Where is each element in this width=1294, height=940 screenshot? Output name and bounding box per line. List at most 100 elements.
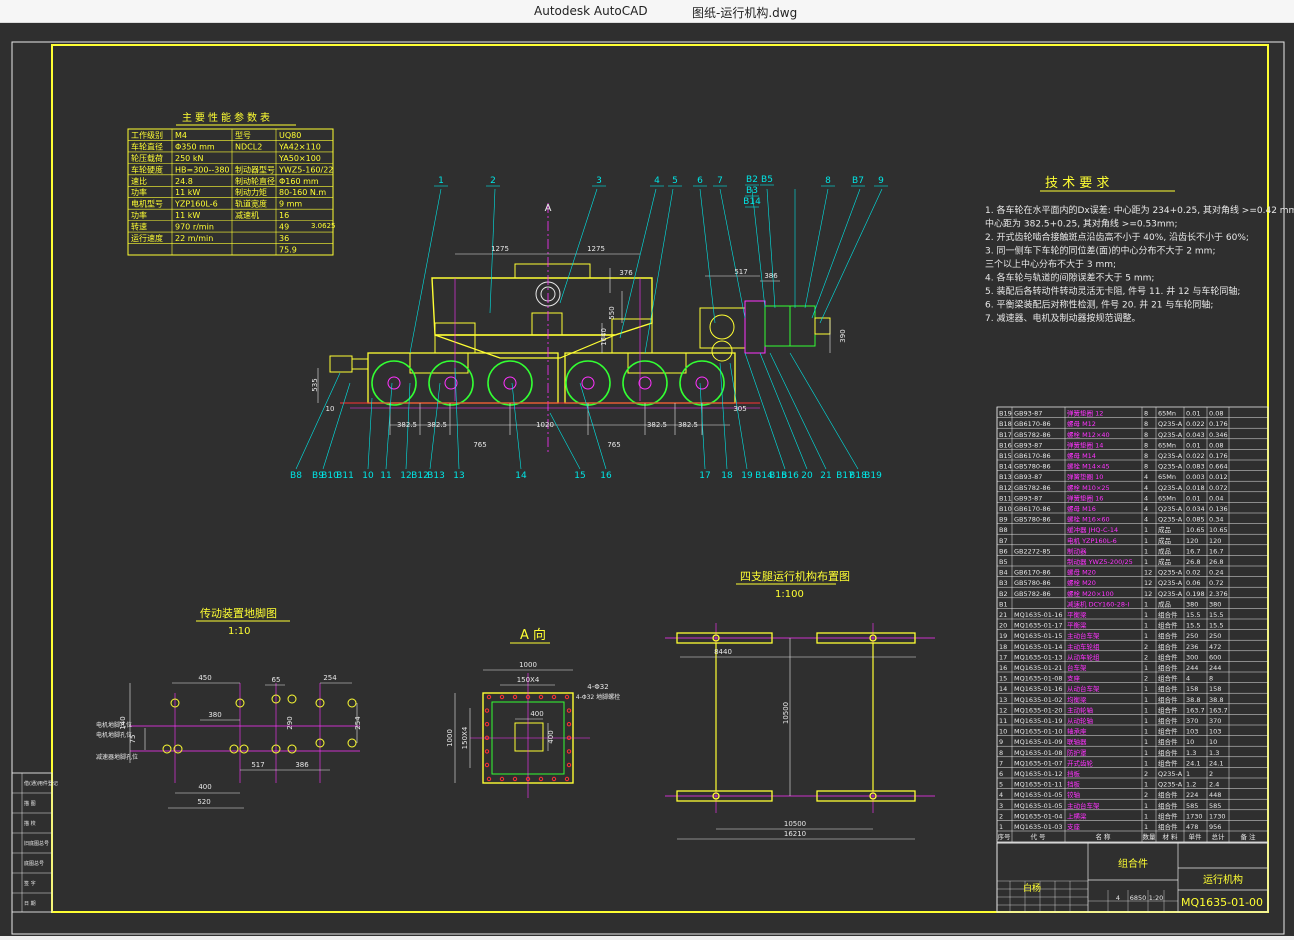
tech-req-line: 7. 减速器、电机及制动器按规范调整。 xyxy=(985,312,1140,324)
dimension-text: 390 xyxy=(839,329,847,342)
tech-req-line: 三个以上中心分布不大于 3 mm; xyxy=(985,258,1116,270)
bom-cell: 1 xyxy=(1144,696,1148,704)
bom-cell: 组合件 xyxy=(1158,801,1178,810)
left-strip-label: 描 图 xyxy=(24,800,36,807)
bom-cell: 4 xyxy=(1144,516,1148,524)
bom-cell: B8 xyxy=(999,526,1008,534)
bom-cell: 120 xyxy=(1209,537,1221,545)
left-strip-label: 日 期 xyxy=(24,901,36,907)
bom-cell: 从动车轮组 xyxy=(1067,652,1100,661)
callout-label: B19 xyxy=(864,471,882,481)
bom-cell: MQ1635-01-16 xyxy=(1014,685,1063,693)
document-name: 图纸-运行机构.dwg xyxy=(692,6,798,20)
tech-req-line: 6. 平衡梁装配后对称性检测, 件号 20. 井 21 与车轮同轴; xyxy=(985,299,1213,311)
callout-label: 1 xyxy=(438,176,444,186)
drawing-canvas[interactable]: 借(通)用件登记描 图描 校旧底图总号 底图总号签 字日 期 主要性能参数表 工作… xyxy=(0,23,1294,936)
bom-cell: 联轴器 xyxy=(1067,737,1087,746)
bom-cell: 2 xyxy=(1144,770,1148,778)
bom-cell: 0.083 xyxy=(1186,463,1205,471)
bom-cell: GB2272-85 xyxy=(1014,547,1051,555)
callout-label: 8 xyxy=(825,176,831,186)
bom-cell: 65Mn xyxy=(1158,410,1176,418)
bom-cell: MQ1635-01-17 xyxy=(1014,622,1063,630)
bom-cell: 224 xyxy=(1186,791,1198,799)
params-cell: 车轮直径 xyxy=(131,141,163,151)
callout-label: B14 xyxy=(743,197,761,207)
dimension-text: 382.5 xyxy=(647,421,667,429)
bom-cell: 0.198 xyxy=(1186,590,1205,598)
bom-cell: 螺栓 M12×40 xyxy=(1067,430,1110,439)
drive-note: 电机地脚孔位 xyxy=(96,731,132,739)
bom-cell: 370 xyxy=(1209,717,1221,725)
params-cell: 型号 xyxy=(235,131,251,140)
dimension-text: 305 xyxy=(733,405,746,413)
bom-cell: MQ1635-01-07 xyxy=(1014,759,1063,767)
params-table-title: 主要性能参数表 xyxy=(182,111,273,124)
tech-req-line: 4. 各车轮与轨道的间隙误差不大于 5 mm; xyxy=(985,272,1154,284)
callout-label: 11 xyxy=(380,471,391,481)
bom-cell: Q235-A xyxy=(1158,516,1183,524)
bom-cell: 8 xyxy=(1144,431,1148,439)
bom-cell: MQ1635-01-11 xyxy=(1014,781,1063,789)
bom-cell: 0.346 xyxy=(1209,431,1228,439)
dimension-text: 386 xyxy=(764,272,778,280)
dimension-text: 254 xyxy=(354,716,362,730)
bom-cell: MQ1635-01-09 xyxy=(1014,738,1063,746)
bom-cell: 1 xyxy=(1144,781,1148,789)
left-strip-label: 借(通)用件登记 xyxy=(24,780,58,787)
bom-cell: 4 xyxy=(1186,675,1190,683)
bom-cell: 0.034 xyxy=(1186,505,1205,513)
bom-cell: Q235-A xyxy=(1158,505,1183,513)
bom-cell: 38.8 xyxy=(1209,696,1223,704)
callout-label: 21 xyxy=(820,471,831,481)
bom-cell: 244 xyxy=(1209,664,1221,672)
params-cell: 11 kW xyxy=(175,211,200,220)
bom-cell: 12 xyxy=(1144,569,1152,577)
bom-cell: 20 xyxy=(999,622,1007,630)
bom-cell: 0.043 xyxy=(1186,431,1205,439)
left-strip-label: 签 字 xyxy=(24,880,36,887)
bom-cell: 9 xyxy=(999,738,1003,746)
params-cell: 80-160 N.m xyxy=(279,188,326,197)
params-cell: 轮压载荷 xyxy=(131,153,163,163)
bom-cell: 1 xyxy=(1144,685,1148,693)
dimension-text: 517 xyxy=(734,268,747,276)
params-cell: 工作级别 xyxy=(131,130,163,140)
callout-label: 9 xyxy=(878,176,884,186)
bom-header-cell: 代 号 xyxy=(1030,832,1046,841)
dimension-text: 400 xyxy=(530,710,543,718)
bom-cell: 组合件 xyxy=(1158,610,1178,619)
bom-cell: Q235-A xyxy=(1158,452,1183,460)
bom-cell: GB6170-86 xyxy=(1014,505,1051,513)
bom-cell: 2 xyxy=(999,812,1003,820)
bom-cell: 成品 xyxy=(1158,536,1171,545)
bom-cell: 8 xyxy=(1144,420,1148,428)
bom-cell: 163.7 xyxy=(1186,706,1205,714)
bom-cell: 11 xyxy=(999,717,1007,725)
bom-cell: 挡板 xyxy=(1067,780,1081,789)
callout-label: 12 xyxy=(400,471,411,481)
params-ratio: 3.0625 xyxy=(311,222,336,230)
bom-cell: MQ1635-01-05 xyxy=(1014,802,1063,810)
title-bar: Autodesk AutoCAD 图纸-运行机构.dwg xyxy=(0,0,1294,23)
bom-cell: 12 xyxy=(1144,579,1152,587)
section-a-label: A xyxy=(545,203,552,214)
bom-cell: 8 xyxy=(1144,441,1148,449)
bom-cell: 组合件 xyxy=(1158,737,1178,746)
params-cell: 速比 xyxy=(131,176,147,186)
dimension-text: 1000 xyxy=(519,661,537,669)
bom-header-cell: 总计 xyxy=(1212,832,1226,841)
bom-cell: 448 xyxy=(1209,791,1221,799)
bom-cell: 组合件 xyxy=(1158,716,1178,725)
bom-cell: 1.3 xyxy=(1186,749,1196,757)
bom-cell: 2 xyxy=(1144,643,1148,651)
bom-cell: GB5782-86 xyxy=(1014,590,1051,598)
tech-req-title: 技 术 要 求 xyxy=(1045,176,1109,191)
bom-cell: B6 xyxy=(999,547,1008,555)
bom-cell: 成品 xyxy=(1158,557,1171,566)
bom-table: B19 GB93-87 弹簧垫圈 12 8 65Mn 0.01 0.08B18 GB6170-… xyxy=(996,406,1269,843)
drawing-svg[interactable]: 借(通)用件登记描 图描 校旧底图总号底图总号签 字日 期 主要性能参数表 工作… xyxy=(0,23,1294,936)
bom-cell: MQ1635-01-16 xyxy=(1014,611,1063,619)
tb-weight: 6850 xyxy=(1130,894,1147,902)
bom-cell: 螺栓 M10×25 xyxy=(1067,483,1110,492)
